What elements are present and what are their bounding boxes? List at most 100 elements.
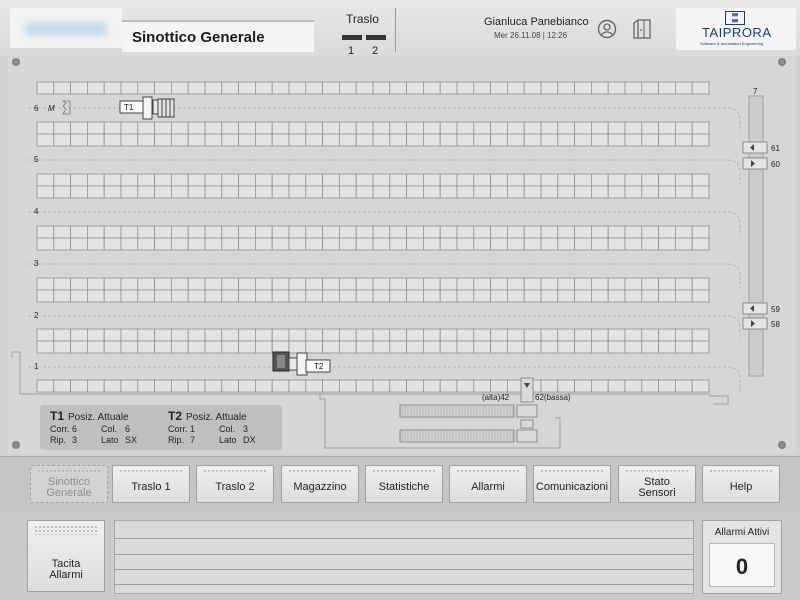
rack-cell[interactable] bbox=[591, 277, 609, 291]
rack-cell[interactable] bbox=[439, 173, 458, 187]
rack-cell[interactable] bbox=[204, 121, 223, 135]
rack-cell[interactable] bbox=[540, 81, 559, 95]
rack-cell[interactable] bbox=[137, 328, 156, 342]
rack-cell[interactable] bbox=[389, 328, 407, 342]
rack-cell[interactable] bbox=[574, 340, 592, 354]
rack-cell[interactable] bbox=[120, 121, 139, 135]
rack-cell[interactable] bbox=[70, 328, 88, 342]
exit-door-icon[interactable] bbox=[631, 19, 653, 39]
rack-cell[interactable] bbox=[456, 185, 475, 199]
rack-cell[interactable] bbox=[120, 133, 139, 147]
rack-cell[interactable] bbox=[204, 277, 223, 291]
rack-cell[interactable] bbox=[338, 225, 357, 239]
rack-cell[interactable] bbox=[305, 340, 323, 354]
rack-cell[interactable] bbox=[372, 289, 391, 303]
rack-cell[interactable] bbox=[154, 340, 172, 354]
rack-cell[interactable] bbox=[506, 237, 525, 251]
rack-cell[interactable] bbox=[540, 289, 559, 303]
rack-cell[interactable] bbox=[305, 277, 323, 291]
rack-cell[interactable] bbox=[53, 81, 71, 95]
rack-cell[interactable] bbox=[439, 289, 458, 303]
rack-cell[interactable] bbox=[204, 185, 223, 199]
rack-cell[interactable] bbox=[170, 277, 189, 291]
rack-cell[interactable] bbox=[137, 81, 156, 95]
rack-cell[interactable] bbox=[591, 340, 609, 354]
rack-cell[interactable] bbox=[70, 185, 88, 199]
rack-cell[interactable] bbox=[288, 185, 307, 199]
rack-cell[interactable] bbox=[87, 289, 105, 303]
rack-cell[interactable] bbox=[53, 277, 71, 291]
rack-cell[interactable] bbox=[523, 185, 542, 199]
rack-cell[interactable] bbox=[187, 225, 206, 239]
rack-cell[interactable] bbox=[389, 379, 407, 393]
rack-cell[interactable] bbox=[439, 340, 458, 354]
rack-cell[interactable] bbox=[624, 328, 643, 342]
rack-cell[interactable] bbox=[87, 340, 105, 354]
trolley-t1[interactable]: T1 bbox=[119, 96, 175, 120]
rack-cell[interactable] bbox=[422, 289, 441, 303]
rack-cell[interactable] bbox=[238, 289, 256, 303]
rack-cell[interactable] bbox=[675, 121, 693, 135]
rack-cell[interactable] bbox=[271, 185, 290, 199]
rack-cell[interactable] bbox=[624, 185, 643, 199]
rack-cell[interactable] bbox=[675, 225, 693, 239]
rack-cell[interactable] bbox=[490, 81, 508, 95]
rack-cell[interactable] bbox=[422, 328, 441, 342]
rack-cell[interactable] bbox=[473, 328, 491, 342]
rack-cell[interactable] bbox=[338, 173, 357, 187]
rack-cell[interactable] bbox=[372, 340, 391, 354]
rack-cell[interactable] bbox=[154, 277, 172, 291]
rack-cell[interactable] bbox=[103, 289, 122, 303]
rack-cell[interactable] bbox=[456, 173, 475, 187]
rack-cell[interactable] bbox=[675, 289, 693, 303]
rack-cell[interactable] bbox=[389, 237, 407, 251]
rack-cell[interactable] bbox=[53, 237, 71, 251]
rack-cell[interactable] bbox=[658, 133, 676, 147]
rack-cell[interactable] bbox=[322, 289, 340, 303]
rack-cell[interactable] bbox=[574, 133, 592, 147]
rack-cell[interactable] bbox=[87, 225, 105, 239]
rack-cell[interactable] bbox=[506, 225, 525, 239]
rack-cell[interactable] bbox=[305, 121, 323, 135]
rack-cell[interactable] bbox=[137, 237, 156, 251]
rack-cell[interactable] bbox=[154, 237, 172, 251]
rack-cell[interactable] bbox=[439, 81, 458, 95]
rack-cell[interactable] bbox=[675, 237, 693, 251]
rack-cell[interactable] bbox=[591, 185, 609, 199]
rack-cell[interactable] bbox=[70, 379, 88, 393]
rack-cell[interactable] bbox=[506, 340, 525, 354]
rack-cell[interactable] bbox=[574, 328, 592, 342]
nav-traslo-1-button[interactable]: Traslo 1 bbox=[112, 465, 190, 503]
rack-cell[interactable] bbox=[154, 289, 172, 303]
rack-cell[interactable] bbox=[389, 121, 407, 135]
rack-cell[interactable] bbox=[691, 121, 710, 135]
rack-cell[interactable] bbox=[322, 81, 340, 95]
rack-cell[interactable] bbox=[271, 121, 290, 135]
rack-cell[interactable] bbox=[389, 340, 407, 354]
rack-cell[interactable] bbox=[389, 173, 407, 187]
rack-cell[interactable] bbox=[137, 121, 156, 135]
rack-cell[interactable] bbox=[338, 289, 357, 303]
rack-cell[interactable] bbox=[439, 185, 458, 199]
rack-cell[interactable] bbox=[103, 185, 122, 199]
rack-cell[interactable] bbox=[221, 277, 240, 291]
rack-cell[interactable] bbox=[456, 277, 475, 291]
rack-cell[interactable] bbox=[170, 340, 189, 354]
alarm-list[interactable] bbox=[114, 520, 694, 594]
rack-cell[interactable] bbox=[70, 277, 88, 291]
rack-cell[interactable] bbox=[456, 133, 475, 147]
rack-cell[interactable] bbox=[170, 173, 189, 187]
rack-cell[interactable] bbox=[641, 185, 659, 199]
rack-cell[interactable] bbox=[490, 379, 508, 393]
rack-cell[interactable] bbox=[473, 185, 491, 199]
rack-cell[interactable] bbox=[103, 173, 122, 187]
rack-cell[interactable] bbox=[557, 173, 575, 187]
rack-cell[interactable] bbox=[473, 225, 491, 239]
rack-cell[interactable] bbox=[456, 289, 475, 303]
rack-cell[interactable] bbox=[187, 289, 206, 303]
rack-cell[interactable] bbox=[355, 328, 374, 342]
rack-cell[interactable] bbox=[70, 289, 88, 303]
rack-cell[interactable] bbox=[322, 328, 340, 342]
rack-cell[interactable] bbox=[103, 328, 122, 342]
rack-cell[interactable] bbox=[36, 237, 55, 251]
